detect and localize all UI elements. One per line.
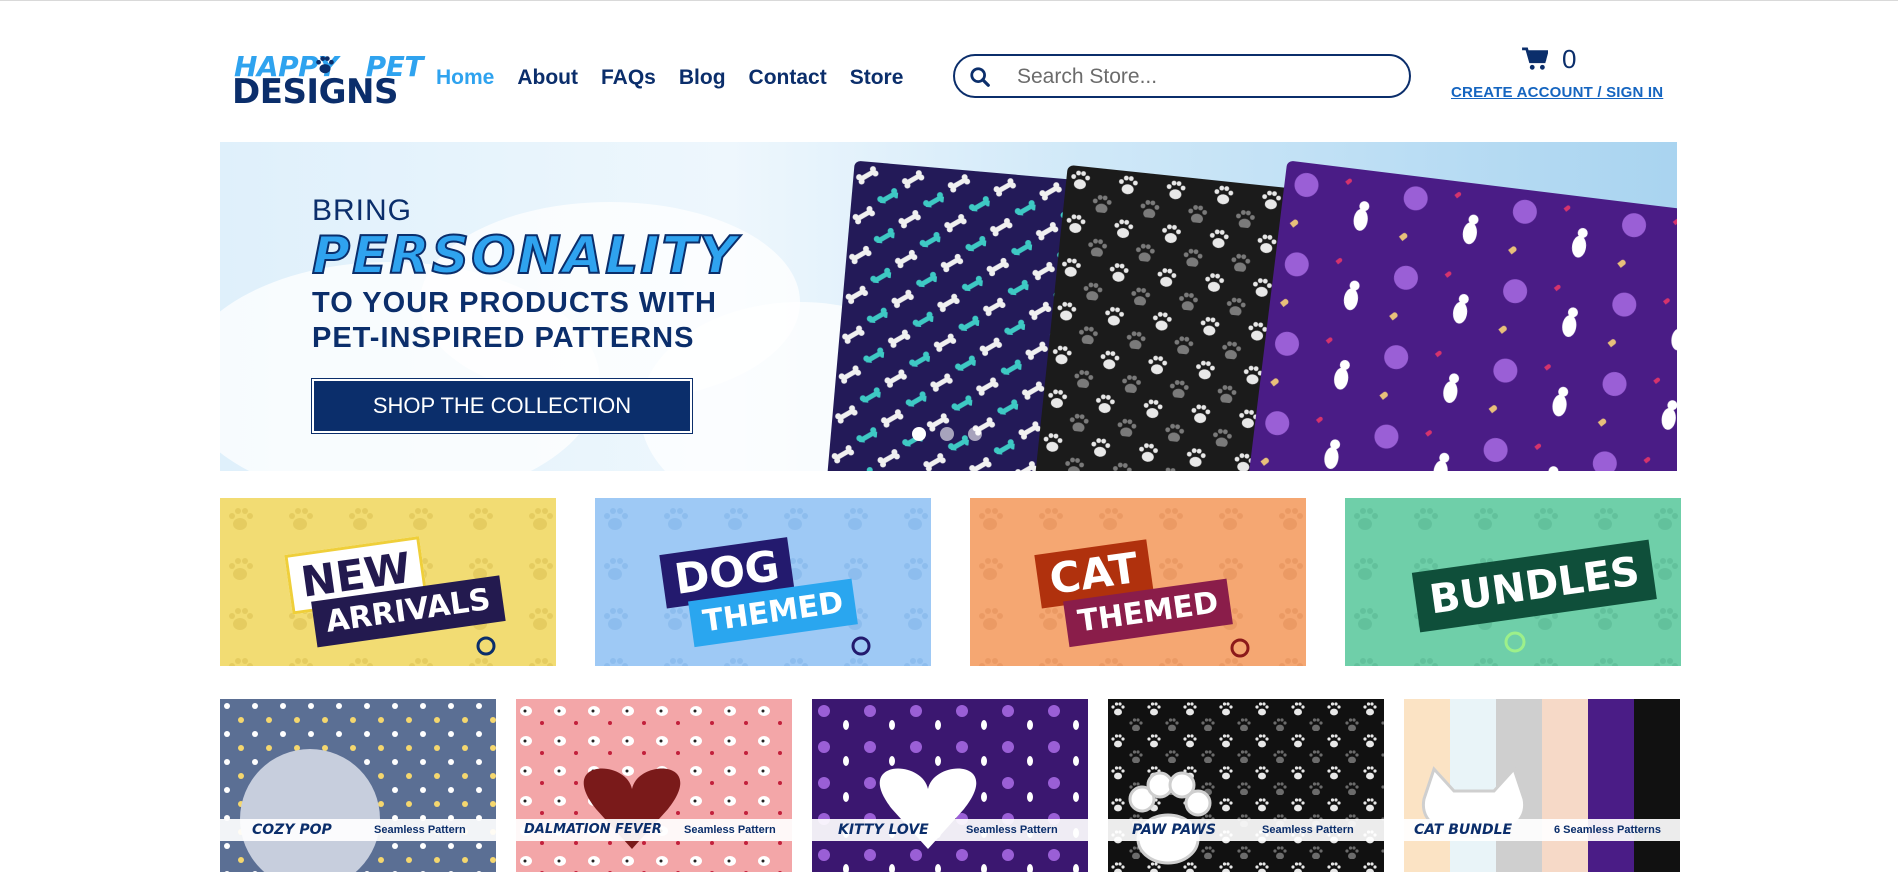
cart-icon (1522, 47, 1548, 70)
product-name: COZY POP (252, 822, 332, 838)
top-divider (0, 0, 1898, 1)
shop-collection-button[interactable]: SHOP THE COLLECTION (312, 379, 692, 433)
hero-banner: BRING PERSONALITY TO YOUR PRODUCTS WITH … (220, 142, 1677, 471)
product-thumbnail (1108, 699, 1384, 872)
product-thumbnail (1404, 699, 1680, 872)
nav-contact[interactable]: Contact (749, 62, 827, 94)
nav-about[interactable]: About (517, 62, 578, 94)
nav-home[interactable]: Home (436, 62, 494, 94)
product-card-dalmation-fever[interactable]: DALMATION FEVER Seamless Pattern (516, 699, 792, 872)
product-card-paw-paws[interactable]: PAW PAWS Seamless Pattern (1108, 699, 1384, 872)
carousel-dot-3[interactable] (968, 427, 982, 441)
hero-headline: PERSONALITY (311, 225, 739, 287)
hero-subtitle: TO YOUR PRODUCTS WITH PET-INSPIRED PATTE… (312, 287, 717, 354)
cart-count: 0 (1562, 43, 1577, 74)
nav-blog[interactable]: Blog (679, 62, 726, 94)
account-link[interactable]: CREATE ACCOUNT / SIGN IN (1451, 84, 1663, 101)
category-new-arrivals[interactable]: NEW ARRIVALS (220, 498, 556, 666)
search-icon[interactable] (969, 66, 991, 88)
category-dog-themed[interactable]: DOG THEMED (595, 498, 931, 666)
hero-line1: BRING (312, 194, 413, 227)
nav-store[interactable]: Store (850, 62, 904, 94)
product-thumbnail (812, 699, 1088, 872)
product-card-kitty-love[interactable]: KITTY LOVE Seamless Pattern (812, 699, 1088, 872)
product-tag: Seamless Pattern (1262, 824, 1354, 836)
product-thumbnail (220, 699, 496, 872)
product-name: CAT BUNDLE (1414, 822, 1513, 838)
product-card-cozy-pop[interactable]: COZY POP Seamless Pattern (220, 699, 496, 872)
product-card-cat-bundle[interactable]: CAT BUNDLE 6 Seamless Patterns (1404, 699, 1680, 872)
search-box (953, 54, 1411, 98)
cart-button[interactable]: 0 (1522, 44, 1576, 74)
kitty-pattern-image (1245, 160, 1677, 471)
product-thumbnail (516, 699, 792, 872)
nav-faqs[interactable]: FAQs (601, 62, 656, 94)
main-nav: Home About FAQs Blog Contact Store (436, 62, 926, 94)
category-bundles[interactable]: BUNDLES (1345, 498, 1681, 666)
search-input[interactable] (1015, 62, 1389, 92)
carousel-dot-2[interactable] (940, 427, 954, 441)
product-tag: Seamless Pattern (966, 824, 1058, 836)
product-name: DALMATION FEVER (524, 822, 662, 837)
product-name: PAW PAWS (1132, 822, 1216, 838)
carousel-dot-1[interactable] (912, 427, 926, 441)
category-cat-themed[interactable]: CAT THEMED (970, 498, 1306, 666)
product-tag: Seamless Pattern (684, 824, 776, 836)
site-logo[interactable]: HAPPY PET DESIGNS (232, 50, 423, 112)
product-tag: Seamless Pattern (374, 824, 466, 836)
product-bag-kitty-love (1245, 160, 1677, 471)
product-tag: 6 Seamless Patterns (1554, 824, 1662, 836)
logo-text-bottom: DESIGNS (232, 72, 398, 112)
carousel-dots (912, 427, 982, 441)
product-name: KITTY LOVE (838, 822, 929, 838)
